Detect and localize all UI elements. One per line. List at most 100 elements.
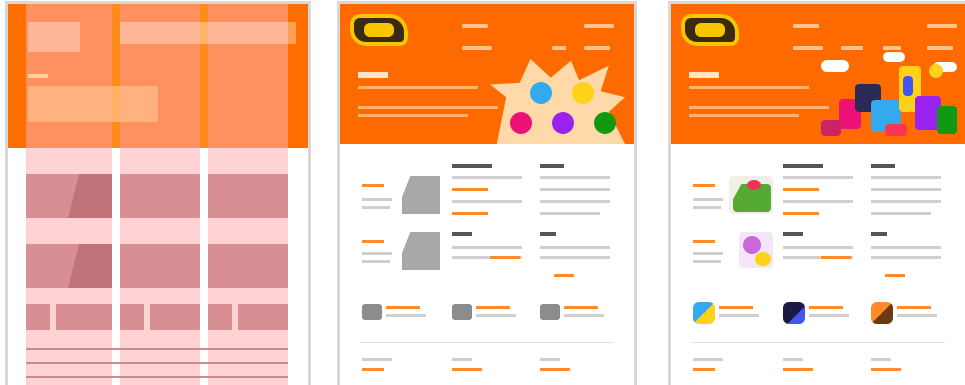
footer-text (452, 358, 472, 361)
nav-item[interactable] (462, 24, 488, 28)
hero-text-line (358, 114, 468, 117)
hero-text-line (358, 86, 478, 89)
feature-text (362, 252, 392, 255)
color-dot (572, 82, 594, 104)
hero-title (689, 72, 719, 78)
wire-content-block (208, 174, 288, 218)
content-text (452, 176, 522, 179)
nav-item[interactable] (793, 46, 823, 50)
feature-text (693, 252, 723, 255)
nav-item[interactable] (462, 46, 492, 50)
footer-text (362, 358, 392, 361)
content-text (540, 256, 610, 259)
wire-thumb (120, 304, 144, 330)
nav-item[interactable] (793, 24, 819, 28)
hero-text-line (689, 86, 809, 89)
feature-label[interactable] (362, 184, 384, 187)
thumb-text (719, 314, 759, 317)
nav-item[interactable] (584, 46, 610, 50)
feature-label[interactable] (362, 240, 384, 243)
column-title (871, 164, 895, 168)
footer-link[interactable] (362, 368, 384, 371)
footer-link[interactable] (693, 368, 715, 371)
feature-label[interactable] (693, 184, 715, 187)
thumb-link[interactable] (386, 306, 420, 309)
wire-thumb-text (150, 304, 200, 330)
column-title (452, 232, 472, 236)
wire-thumb-text (238, 304, 288, 330)
nav-item[interactable] (927, 24, 957, 28)
content-link[interactable] (885, 274, 905, 277)
content-text (871, 176, 941, 179)
thumb-link[interactable] (719, 306, 753, 309)
nav-item[interactable] (552, 46, 566, 50)
nav-item[interactable] (883, 46, 901, 50)
feature-text (693, 260, 721, 263)
thumb-text (809, 314, 849, 317)
color-dot (510, 112, 532, 134)
wire-content-block (120, 174, 200, 218)
thumbnail-image[interactable] (783, 302, 805, 324)
cloud-icon (883, 52, 905, 62)
footer-link[interactable] (783, 368, 813, 371)
content-text (783, 176, 853, 179)
content-link[interactable] (452, 188, 488, 191)
grid-wireframe-panel (8, 4, 308, 385)
column-title (783, 164, 823, 168)
column-title (783, 232, 803, 236)
wire-nav-box (120, 22, 296, 44)
footer-link[interactable] (452, 368, 482, 371)
wire-content-block (208, 244, 288, 288)
footer-link[interactable] (540, 368, 570, 371)
thumbnail-placeholder (540, 304, 560, 320)
logo-icon[interactable] (681, 14, 739, 46)
content-text (452, 200, 522, 203)
thumb-text (476, 314, 516, 317)
thumb-link[interactable] (809, 306, 843, 309)
content-text (540, 212, 600, 215)
footer-text (540, 358, 560, 361)
wire-logo-box (28, 22, 80, 52)
content-text (783, 200, 853, 203)
thumb-link[interactable] (897, 306, 931, 309)
feature-label[interactable] (693, 240, 715, 243)
content-text (871, 246, 941, 249)
wire-thumb (208, 304, 232, 330)
thumbnail-placeholder (452, 304, 472, 320)
image-placeholder (402, 232, 440, 270)
content-link[interactable] (783, 212, 819, 215)
thumb-link[interactable] (476, 306, 510, 309)
nav-item[interactable] (927, 46, 953, 50)
logo-mark (364, 23, 394, 37)
hero-text-line (689, 114, 799, 117)
footer-link[interactable] (871, 368, 901, 371)
logo-mark (695, 23, 725, 37)
content-text (871, 200, 941, 203)
content-link[interactable] (452, 212, 488, 215)
thumbnail-image[interactable] (693, 302, 715, 324)
feature-text (693, 198, 723, 201)
content-text (871, 256, 941, 259)
thumbnail-placeholder (362, 304, 382, 320)
feature-text (362, 260, 390, 263)
nav-item[interactable] (841, 46, 863, 50)
color-dot (530, 82, 552, 104)
content-text (783, 246, 853, 249)
content-link[interactable] (783, 188, 819, 191)
image-placeholder (402, 176, 440, 214)
content-link[interactable] (554, 274, 574, 277)
thumbnail-image[interactable] (871, 302, 893, 324)
footer-text (693, 358, 723, 361)
content-text (540, 246, 610, 249)
hero-text-line (689, 106, 829, 109)
wire-gutter (112, 4, 120, 148)
nav-item[interactable] (584, 24, 614, 28)
wire-divider (26, 376, 288, 378)
content-link[interactable] (490, 256, 520, 259)
logo-icon[interactable] (350, 14, 408, 46)
footer-text (871, 358, 891, 361)
final-design-panel (671, 4, 965, 385)
thumb-link[interactable] (564, 306, 598, 309)
feature-text (362, 206, 390, 209)
content-link[interactable] (821, 256, 851, 259)
